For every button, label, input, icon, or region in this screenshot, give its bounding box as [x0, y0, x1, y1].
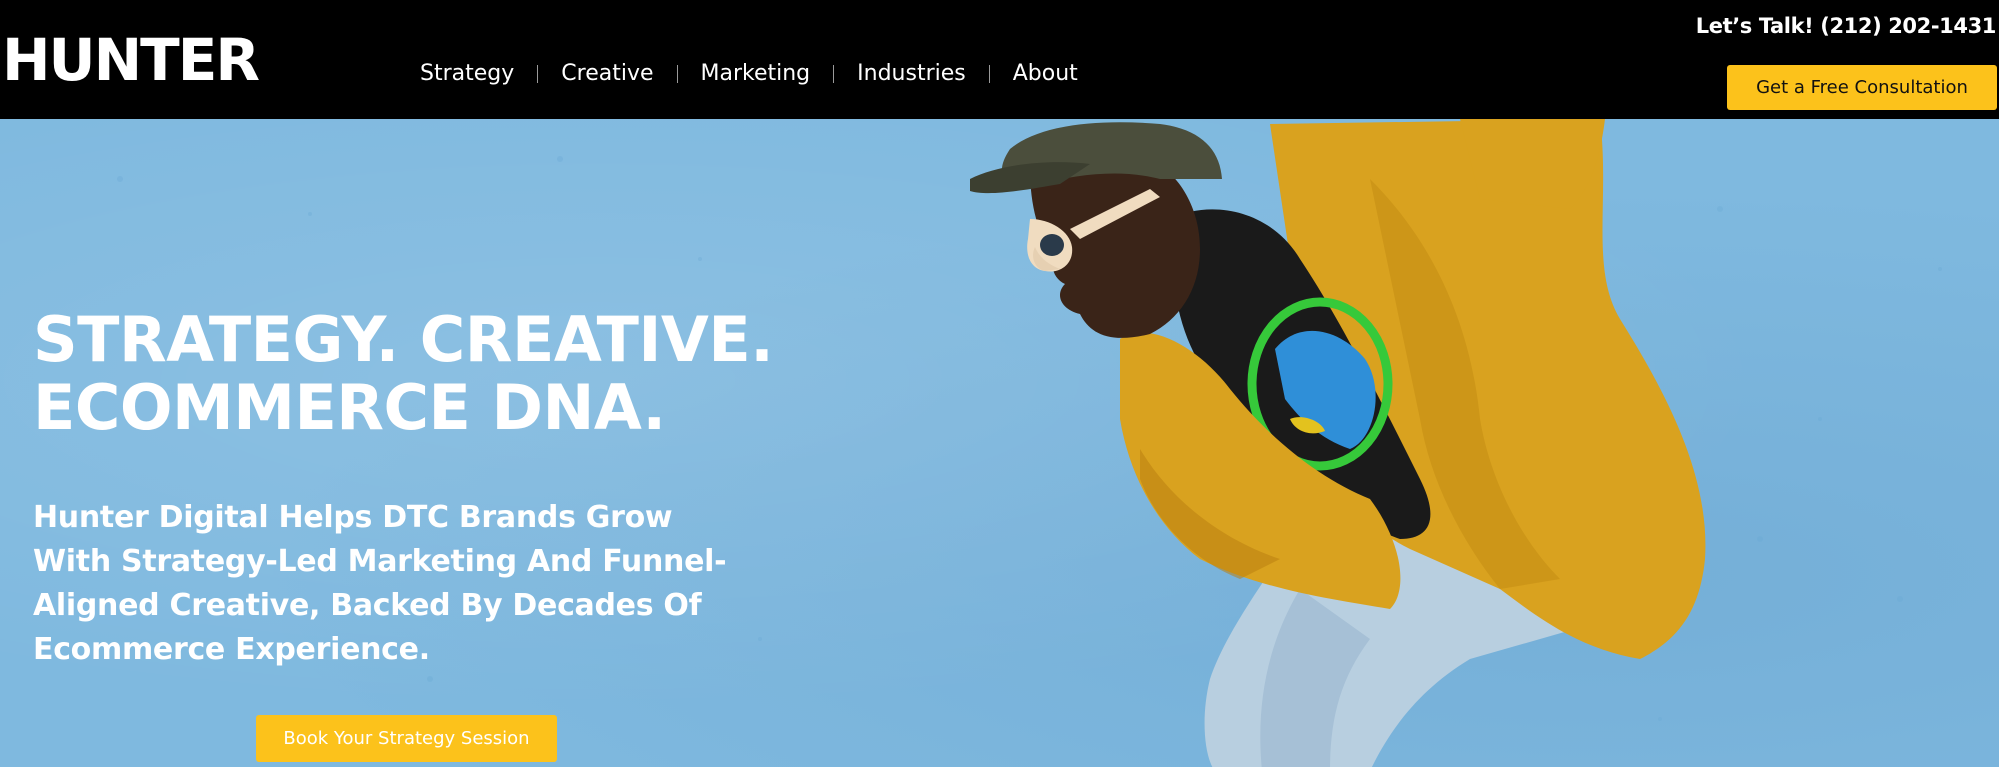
nav-about[interactable]: About [990, 56, 1101, 92]
nav-creative[interactable]: Creative [538, 56, 676, 92]
main-nav: Strategy Creative Marketing Industries A… [420, 56, 1101, 92]
nav-strategy[interactable]: Strategy [420, 56, 537, 92]
hero-headline: STRATEGY. CREATIVE. ECOMMERCE DNA. [33, 303, 774, 444]
subtext-line-2: With Strategy-Led Marketing And Funnel- [33, 544, 727, 579]
hunter-logo[interactable]: HUNTER [2, 30, 260, 90]
free-consultation-button[interactable]: Get a Free Consultation [1727, 65, 1997, 110]
hero-section: STRATEGY. CREATIVE. ECOMMERCE DNA. Hunte… [0, 119, 1999, 771]
hero-subtext: Hunter Digital Helps DTC Brands Grow Wit… [33, 496, 833, 672]
site-header: HUNTER Strategy Creative Marketing Indus… [0, 0, 1999, 119]
subtext-line-1: Hunter Digital Helps DTC Brands Grow [33, 500, 673, 535]
subtext-line-3: Aligned Creative, Backed By Decades Of [33, 588, 702, 623]
subtext-line-4: Ecommerce Experience. [33, 632, 430, 667]
headline-line-2: ECOMMERCE DNA. [33, 371, 666, 444]
page-bottom-edge [0, 767, 1999, 771]
headline-line-1: STRATEGY. CREATIVE. [33, 303, 774, 376]
nav-industries[interactable]: Industries [834, 56, 989, 92]
nav-marketing[interactable]: Marketing [678, 56, 834, 92]
book-strategy-session-button[interactable]: Book Your Strategy Session [256, 715, 557, 762]
hero-model-image [117, 119, 1942, 771]
phone-link[interactable]: Let’s Talk! (212) 202-1431 [1696, 14, 1997, 38]
